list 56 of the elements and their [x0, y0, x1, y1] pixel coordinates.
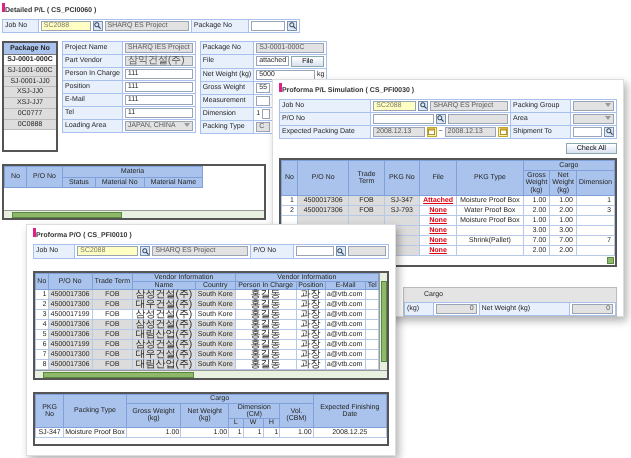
title-marker-icon — [279, 83, 282, 92]
table-cell: 대우건설(주) — [132, 350, 196, 360]
table-cell: 대림산업(주) — [132, 330, 196, 340]
search-icon — [337, 248, 344, 255]
calendar-button[interactable] — [498, 126, 508, 137]
title-marker-icon — [33, 228, 36, 237]
table-cell: 홍길동 — [235, 290, 296, 300]
caret-icon — [184, 123, 190, 128]
table-cell: 홍길동 — [235, 300, 296, 310]
input-field[interactable] — [448, 114, 508, 124]
table-cell: 홍길동 — [235, 330, 296, 340]
search-button[interactable] — [418, 100, 428, 111]
caret-icon — [605, 103, 611, 108]
calendar-button[interactable] — [426, 126, 437, 137]
table-cell: 홍길동 — [235, 350, 296, 360]
table-cell: 삼성건설(주) — [132, 340, 196, 350]
calendar-icon — [428, 128, 436, 136]
search-icon — [437, 115, 444, 122]
table-cell: 홍길동 — [235, 340, 296, 350]
dropdown[interactable] — [573, 100, 614, 111]
scrollbar-thumb[interactable] — [12, 212, 122, 218]
search-icon — [142, 248, 149, 255]
input-field[interactable] — [373, 114, 434, 124]
scrollbar-thumb[interactable] — [43, 372, 194, 378]
search-button[interactable] — [336, 246, 346, 256]
input-field[interactable]: 삼익건설(주) — [124, 56, 193, 66]
table-cell: 홍길동 — [235, 360, 296, 370]
input-field[interactable] — [573, 126, 602, 137]
input-field[interactable] — [296, 246, 334, 256]
search-button[interactable] — [140, 246, 150, 256]
table-cell: 대우건설(주) — [132, 300, 196, 310]
caret-icon — [605, 116, 611, 122]
search-button[interactable] — [436, 114, 446, 124]
search-button[interactable] — [92, 20, 102, 31]
search-icon — [288, 22, 296, 30]
table-cell: 삼성건설(주) — [132, 310, 196, 320]
input-field[interactable] — [348, 246, 386, 256]
calendar-icon — [500, 128, 507, 136]
search-icon — [606, 128, 612, 136]
scrollbar[interactable] — [4, 210, 264, 218]
search-button[interactable] — [287, 20, 297, 31]
table-cell: 삼성건설(주) — [132, 290, 196, 300]
search-icon — [420, 102, 427, 110]
title-marker-icon — [2, 3, 5, 12]
table-cell: 대림산업(주) — [132, 360, 196, 370]
search-icon — [94, 22, 101, 30]
table-cell: 홍길동 — [235, 310, 296, 320]
table-cell: 삼성건설(주) — [132, 320, 196, 330]
search-button[interactable] — [604, 126, 614, 137]
input-field[interactable] — [250, 20, 285, 31]
scrollbar[interactable] — [35, 370, 387, 378]
scrollbar-thumb[interactable] — [380, 280, 386, 362]
input-field[interactable] — [256, 96, 270, 106]
input-field[interactable] — [262, 108, 270, 119]
table-cell: 홍길동 — [235, 320, 296, 330]
scrollbar[interactable] — [379, 272, 387, 370]
